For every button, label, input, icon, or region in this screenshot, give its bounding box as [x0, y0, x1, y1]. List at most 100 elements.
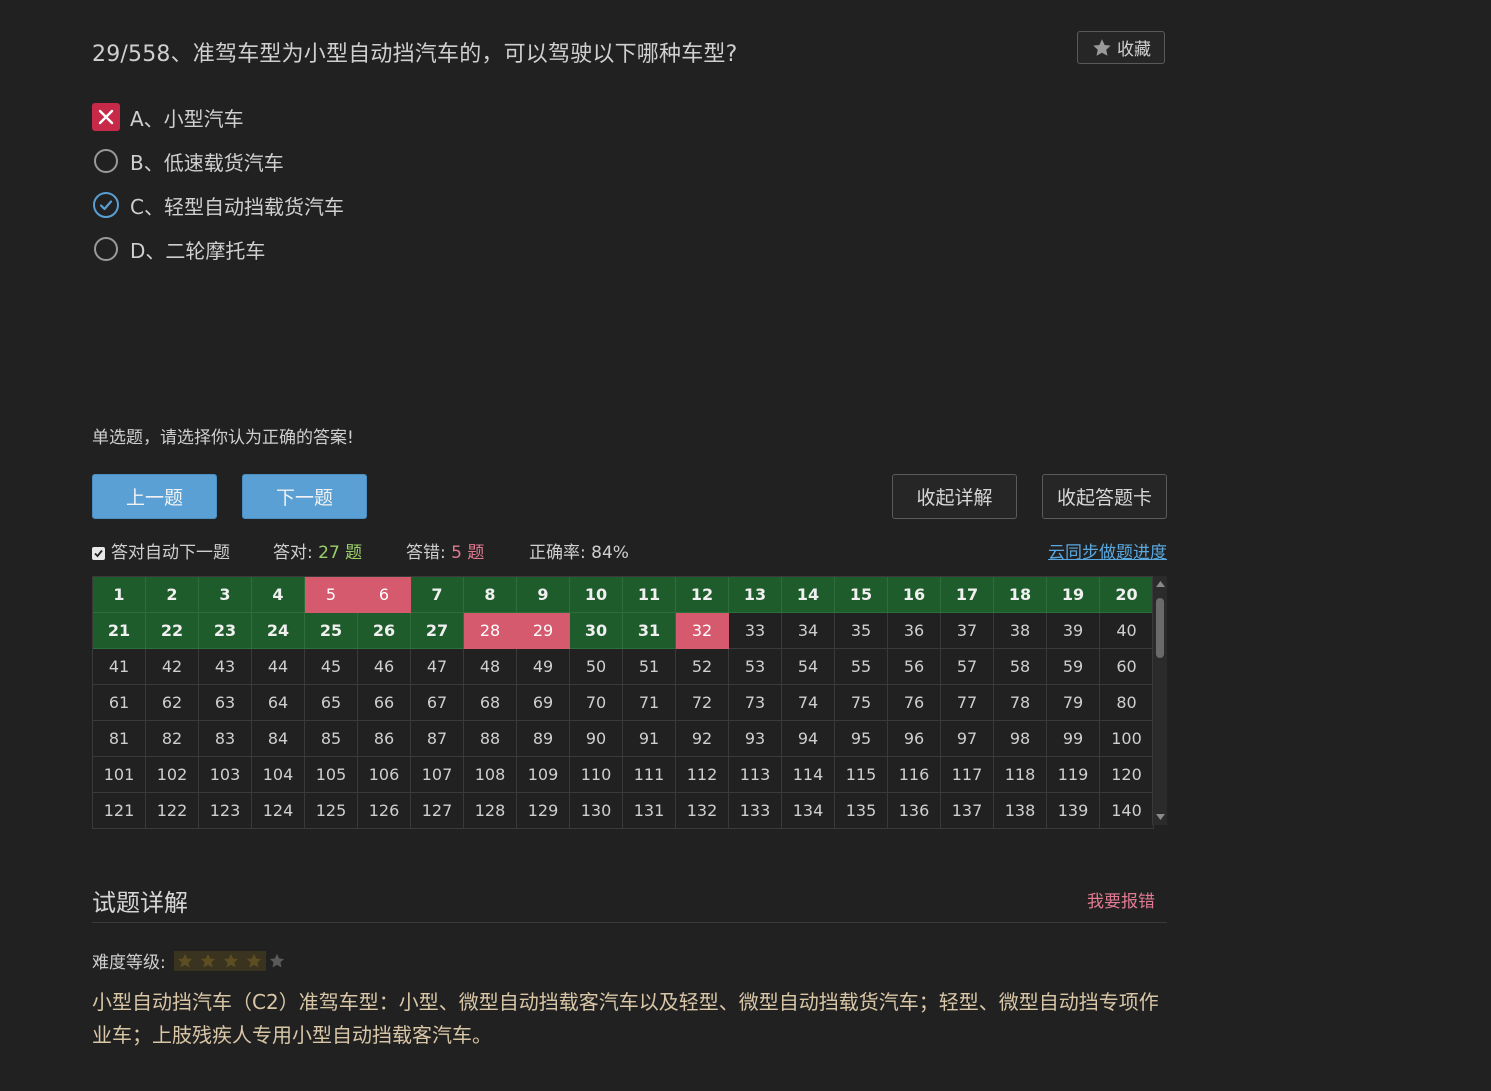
question-number-cell[interactable]: 123 [199, 793, 252, 829]
question-number-cell[interactable]: 97 [941, 721, 994, 757]
question-number-cell[interactable]: 84 [252, 721, 305, 757]
report-error-link[interactable]: 我要报错 [1087, 887, 1155, 912]
question-number-cell[interactable]: 13 [729, 577, 782, 613]
question-number-cell[interactable]: 109 [517, 757, 570, 793]
question-number-cell[interactable]: 72 [676, 685, 729, 721]
question-number-cell[interactable]: 134 [782, 793, 835, 829]
question-number-cell[interactable]: 26 [358, 613, 411, 649]
question-number-cell[interactable]: 8 [464, 577, 517, 613]
favorite-button[interactable]: 收藏 [1077, 31, 1165, 64]
question-number-cell[interactable]: 137 [941, 793, 994, 829]
question-number-cell[interactable]: 129 [517, 793, 570, 829]
question-number-cell[interactable]: 61 [93, 685, 146, 721]
question-number-cell[interactable]: 79 [1047, 685, 1100, 721]
scroll-up-icon[interactable] [1153, 576, 1167, 592]
question-number-cell[interactable]: 108 [464, 757, 517, 793]
question-number-cell[interactable]: 124 [252, 793, 305, 829]
question-number-cell[interactable]: 14 [782, 577, 835, 613]
question-number-cell[interactable]: 67 [411, 685, 464, 721]
question-number-cell[interactable]: 77 [941, 685, 994, 721]
question-number-cell[interactable]: 34 [782, 613, 835, 649]
question-number-cell[interactable]: 30 [570, 613, 623, 649]
question-number-cell[interactable]: 116 [888, 757, 941, 793]
question-number-cell[interactable]: 63 [199, 685, 252, 721]
question-number-cell[interactable]: 130 [570, 793, 623, 829]
scroll-down-icon[interactable] [1153, 809, 1167, 825]
question-number-cell[interactable]: 90 [570, 721, 623, 757]
question-number-cell[interactable]: 19 [1047, 577, 1100, 613]
question-number-cell[interactable]: 135 [835, 793, 888, 829]
question-number-cell[interactable]: 112 [676, 757, 729, 793]
question-number-cell[interactable]: 113 [729, 757, 782, 793]
question-number-cell[interactable]: 49 [517, 649, 570, 685]
question-number-cell[interactable]: 64 [252, 685, 305, 721]
question-number-cell[interactable]: 125 [305, 793, 358, 829]
question-number-cell[interactable]: 50 [570, 649, 623, 685]
question-number-cell[interactable]: 24 [252, 613, 305, 649]
question-number-cell[interactable]: 75 [835, 685, 888, 721]
question-number-cell[interactable]: 43 [199, 649, 252, 685]
option-c[interactable]: C、轻型自动挡载货汽车 [92, 183, 344, 227]
answer-card-scrollbar[interactable] [1152, 576, 1167, 825]
question-number-cell[interactable]: 65 [305, 685, 358, 721]
question-number-cell[interactable]: 18 [994, 577, 1047, 613]
question-number-cell[interactable]: 22 [146, 613, 199, 649]
question-number-cell[interactable]: 120 [1100, 757, 1154, 793]
question-number-cell[interactable]: 31 [623, 613, 676, 649]
question-number-cell[interactable]: 111 [623, 757, 676, 793]
question-number-cell[interactable]: 27 [411, 613, 464, 649]
question-number-cell[interactable]: 126 [358, 793, 411, 829]
question-number-cell[interactable]: 70 [570, 685, 623, 721]
question-number-cell[interactable]: 82 [146, 721, 199, 757]
question-number-cell[interactable]: 91 [623, 721, 676, 757]
question-number-cell[interactable]: 23 [199, 613, 252, 649]
question-number-cell[interactable]: 17 [941, 577, 994, 613]
question-number-cell[interactable]: 48 [464, 649, 517, 685]
question-number-cell[interactable]: 57 [941, 649, 994, 685]
question-number-cell[interactable]: 62 [146, 685, 199, 721]
question-number-cell[interactable]: 85 [305, 721, 358, 757]
question-number-cell[interactable]: 106 [358, 757, 411, 793]
question-number-cell[interactable]: 53 [729, 649, 782, 685]
next-question-button[interactable]: 下一题 [242, 474, 367, 519]
question-number-cell[interactable]: 78 [994, 685, 1047, 721]
question-number-cell[interactable]: 127 [411, 793, 464, 829]
question-number-cell[interactable]: 101 [93, 757, 146, 793]
question-number-cell[interactable]: 95 [835, 721, 888, 757]
question-number-cell[interactable]: 3 [199, 577, 252, 613]
question-number-cell[interactable]: 105 [305, 757, 358, 793]
question-number-cell[interactable]: 110 [570, 757, 623, 793]
question-number-cell[interactable]: 40 [1100, 613, 1154, 649]
auto-next-checkbox[interactable]: 答对自动下一题 [92, 540, 230, 566]
question-number-cell[interactable]: 5 [305, 577, 358, 613]
question-number-cell[interactable]: 52 [676, 649, 729, 685]
question-number-cell[interactable]: 11 [623, 577, 676, 613]
question-number-cell[interactable]: 93 [729, 721, 782, 757]
question-number-cell[interactable]: 10 [570, 577, 623, 613]
question-number-cell[interactable]: 94 [782, 721, 835, 757]
question-number-cell[interactable]: 25 [305, 613, 358, 649]
question-number-cell[interactable]: 89 [517, 721, 570, 757]
question-number-cell[interactable]: 36 [888, 613, 941, 649]
question-number-cell[interactable]: 103 [199, 757, 252, 793]
question-number-cell[interactable]: 12 [676, 577, 729, 613]
question-number-cell[interactable]: 29 [517, 613, 570, 649]
question-number-cell[interactable]: 20 [1100, 577, 1154, 613]
question-number-cell[interactable]: 58 [994, 649, 1047, 685]
question-number-cell[interactable]: 140 [1100, 793, 1154, 829]
question-number-cell[interactable]: 2 [146, 577, 199, 613]
question-number-cell[interactable]: 107 [411, 757, 464, 793]
question-number-cell[interactable]: 76 [888, 685, 941, 721]
cloud-sync-link[interactable]: 云同步做题进度 [1048, 540, 1167, 566]
question-number-cell[interactable]: 55 [835, 649, 888, 685]
question-number-cell[interactable]: 46 [358, 649, 411, 685]
question-number-cell[interactable]: 92 [676, 721, 729, 757]
question-number-cell[interactable]: 114 [782, 757, 835, 793]
question-number-cell[interactable]: 51 [623, 649, 676, 685]
question-number-cell[interactable]: 86 [358, 721, 411, 757]
question-number-cell[interactable]: 71 [623, 685, 676, 721]
collapse-card-button[interactable]: 收起答题卡 [1042, 474, 1167, 519]
question-number-cell[interactable]: 15 [835, 577, 888, 613]
question-number-cell[interactable]: 132 [676, 793, 729, 829]
question-number-cell[interactable]: 60 [1100, 649, 1154, 685]
